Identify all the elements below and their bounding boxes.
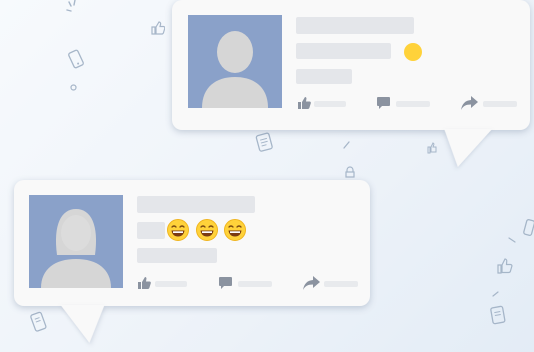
- right-like-doodle-icon: [497, 258, 513, 274]
- laughing-emoji-icon: [224, 219, 246, 241]
- text-placeholder: [296, 43, 391, 59]
- laughing-emoji-icon: [196, 219, 218, 241]
- name-placeholder: [296, 17, 414, 34]
- text-placeholder-short: [137, 248, 217, 263]
- dash-doodle-icon: [342, 140, 352, 150]
- like-label-placeholder: [314, 101, 346, 107]
- like-icon[interactable]: [298, 97, 311, 109]
- speech-tail: [431, 129, 493, 167]
- share-icon[interactable]: [303, 276, 320, 290]
- tablet-bottom-right-icon: [488, 305, 507, 327]
- bottom-left-phone-icon: [29, 310, 49, 334]
- name-placeholder: [137, 196, 255, 213]
- speech-tail: [60, 305, 116, 343]
- comment-label-placeholder: [396, 101, 430, 107]
- right-dash-doodle-icon: [507, 236, 517, 246]
- circle-doodle-icon: [70, 84, 77, 91]
- text-placeholder: [137, 222, 165, 239]
- share-label-placeholder: [483, 101, 517, 107]
- lock-doodle-icon: [344, 166, 356, 178]
- avatar-male: [188, 15, 282, 108]
- comment-label-placeholder: [238, 281, 272, 287]
- share-icon[interactable]: [461, 96, 478, 110]
- sparkle-lines-icon: [66, 0, 80, 20]
- right-phone-doodle-icon: [522, 218, 534, 238]
- bottom-right-dash-icon: [492, 290, 500, 298]
- like-icon[interactable]: [138, 277, 151, 289]
- text-placeholder-short: [296, 69, 352, 84]
- post-card-bottom: [14, 180, 370, 343]
- like-label-placeholder: [155, 281, 187, 287]
- post-card-top: [172, 0, 530, 167]
- yellow-dot-icon: [403, 42, 423, 62]
- tablet-doodle-icon: [254, 131, 277, 155]
- share-label-placeholder: [324, 281, 358, 287]
- phone-doodle-icon: [67, 48, 85, 69]
- avatar-female: [29, 195, 123, 288]
- comment-icon[interactable]: [377, 97, 390, 109]
- comment-icon[interactable]: [219, 277, 232, 289]
- like-doodle-icon: [151, 21, 165, 35]
- laughing-emoji-icon: [167, 219, 189, 241]
